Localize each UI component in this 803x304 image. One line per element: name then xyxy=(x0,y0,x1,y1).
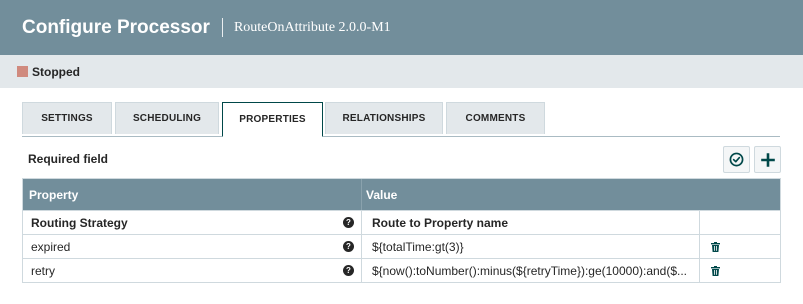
tab-label: PROPERTIES xyxy=(239,114,306,125)
required-field-label: Required field xyxy=(28,152,109,166)
question-circle-icon[interactable]: ? xyxy=(343,217,354,228)
tab-scheduling[interactable]: SCHEDULING xyxy=(115,102,219,134)
question-circle-icon[interactable]: ? xyxy=(343,265,354,276)
status-bar: Stopped xyxy=(0,55,803,88)
property-name-cell: retry ? xyxy=(23,259,361,282)
property-value-cell[interactable]: Route to Property name xyxy=(361,211,699,234)
tab-label: COMMENTS xyxy=(465,113,526,124)
tab-properties[interactable]: PROPERTIES xyxy=(222,102,323,137)
check-circle-icon xyxy=(729,152,744,167)
tab-relationships[interactable]: RELATIONSHIPS xyxy=(325,102,443,134)
property-value: ${totalTime:gt(3)} xyxy=(372,239,464,254)
header-divider xyxy=(221,18,223,37)
tab-comments[interactable]: COMMENTS xyxy=(446,102,545,134)
status-label: Stopped xyxy=(32,64,80,79)
property-value: ${now():toNumber():minus(${retryTime}):g… xyxy=(372,263,688,278)
property-value-cell[interactable]: ${totalTime:gt(3)} xyxy=(361,235,699,258)
property-name: expired xyxy=(31,239,71,254)
dialog-title: Configure Processor xyxy=(22,16,210,38)
question-circle-icon[interactable]: ? xyxy=(343,241,354,252)
tab-label: RELATIONSHIPS xyxy=(342,113,426,124)
property-name: retry xyxy=(31,263,55,278)
table-row: retry ? ${now():toNumber():minus(${retry… xyxy=(23,258,780,282)
plus-icon xyxy=(760,152,775,167)
tab-settings[interactable]: SETTINGS xyxy=(22,102,112,134)
table-row: expired ? ${totalTime:gt(3)} xyxy=(23,234,780,258)
property-name: Routing Strategy xyxy=(31,215,128,230)
tab-bar: SETTINGS SCHEDULING PROPERTIES RELATIONS… xyxy=(22,102,780,137)
table-row: Routing Strategy ? Route to Property nam… xyxy=(23,210,780,234)
row-actions-cell xyxy=(699,211,780,234)
row-actions-cell xyxy=(699,235,780,258)
column-header-value: Value xyxy=(361,179,780,210)
property-value: Route to Property name xyxy=(372,215,509,230)
property-value-cell[interactable]: ${now():toNumber():minus(${retryTime}):g… xyxy=(361,259,699,282)
dialog-header: Configure Processor RouteOnAttribute 2.0… xyxy=(0,0,803,55)
property-name-cell: Routing Strategy ? xyxy=(23,211,361,234)
property-name-cell: expired ? xyxy=(23,235,361,258)
properties-table: Property Value Routing Strategy ? Route … xyxy=(22,178,781,283)
tab-label: SETTINGS xyxy=(41,113,93,124)
row-actions-cell xyxy=(699,259,780,282)
trash-icon[interactable] xyxy=(711,241,720,252)
add-property-button[interactable] xyxy=(754,146,781,173)
column-header-property: Property xyxy=(29,187,79,202)
processor-type-label: RouteOnAttribute 2.0.0-M1 xyxy=(233,19,391,35)
tab-label: SCHEDULING xyxy=(132,113,202,124)
table-header: Property Value xyxy=(23,179,780,210)
stopped-icon xyxy=(17,66,28,77)
trash-icon[interactable] xyxy=(711,265,720,276)
verify-properties-button[interactable] xyxy=(723,146,750,173)
